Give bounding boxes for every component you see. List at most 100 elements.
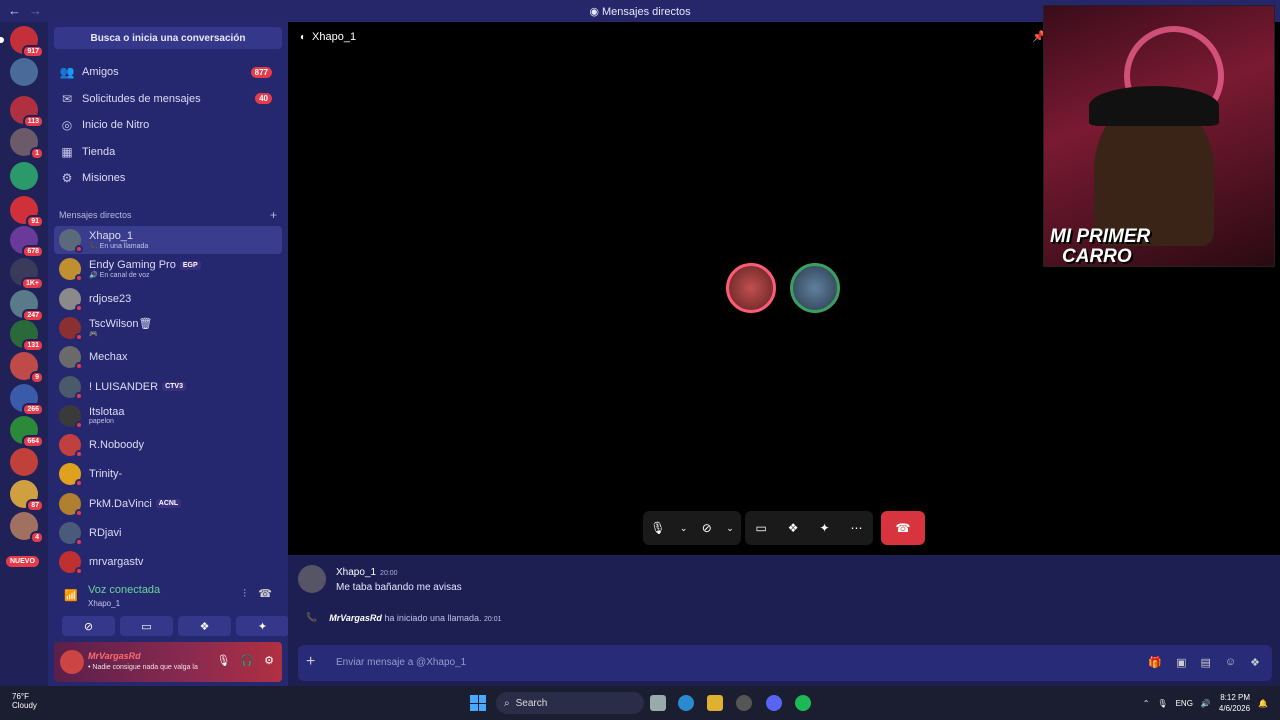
dm-item[interactable]: Trinity- — [54, 460, 282, 488]
mic-icon[interactable]: 🎙 — [216, 654, 230, 667]
dm-item[interactable]: Mechax — [54, 343, 282, 371]
add-dm-icon[interactable]: + — [270, 208, 277, 222]
server-badge: 131 — [22, 339, 44, 352]
sticker-icon[interactable]: ▤ — [1200, 656, 1210, 669]
dm-item[interactable]: ! LUISANDER CTV3 — [54, 373, 282, 401]
soundboard-icon[interactable]: ✦ — [819, 521, 829, 535]
call-participant-self[interactable] — [726, 263, 776, 313]
gear-icon[interactable]: ⚙ — [264, 654, 274, 667]
dm-subtext: 🔊 En canal de voz — [89, 272, 150, 280]
status-dot — [75, 245, 83, 253]
sidebar-item-label: Misiones — [82, 172, 126, 184]
folder-icon[interactable] — [707, 695, 723, 711]
server-icon[interactable]: 247 — [10, 290, 44, 322]
taskbar-search[interactable]: ⌕ Search — [496, 692, 644, 714]
call-participant-other[interactable] — [790, 263, 840, 313]
headphones-icon[interactable]: 🎧 — [240, 654, 254, 667]
start-icon[interactable] — [470, 695, 486, 711]
gif-icon[interactable]: ▣ — [1176, 656, 1186, 669]
volume-icon[interactable]: 🔊 — [1201, 699, 1211, 708]
apps-icon[interactable]: ❖ — [1250, 656, 1260, 669]
dm-item[interactable]: rdjose23 — [54, 285, 282, 313]
server-icon[interactable]: 917 — [0, 26, 44, 58]
server-icon[interactable]: 113 — [10, 96, 44, 128]
user-panel: MrVargasRd • Nadie consigue nada que val… — [54, 642, 282, 682]
share-screen-icon[interactable]: ▭ — [755, 521, 766, 535]
sidebar-item-solicitudes[interactable]: ✉ Solicitudes de mensajes 40 — [54, 87, 282, 111]
server-badge: 9 — [30, 371, 44, 384]
author-name[interactable]: Xhapo_1 — [336, 567, 376, 578]
server-badge: 664 — [22, 435, 44, 448]
search-conversation-button[interactable]: Busca o inicia una conversación — [54, 27, 282, 49]
dm-item[interactable]: mrvargastv — [54, 548, 282, 576]
chevron-down-icon[interactable]: ⌄ — [680, 523, 688, 534]
server-icon[interactable]: 678 — [10, 226, 44, 258]
camera-off-button[interactable]: ⊘ — [62, 616, 115, 636]
server-icon[interactable]: 266 — [10, 384, 44, 416]
chevron-down-icon[interactable]: ⌄ — [726, 523, 734, 534]
sidebar-item-misiones[interactable]: ⚙ Misiones — [54, 166, 282, 190]
mic-icon[interactable]: 🎙 — [1157, 699, 1167, 708]
new-badge[interactable]: NUEVO — [6, 556, 39, 567]
server-icon[interactable]: 91 — [10, 196, 44, 228]
soundboard-button[interactable]: ✦ — [236, 616, 289, 636]
avatar[interactable] — [298, 565, 326, 593]
obs-icon[interactable] — [736, 695, 752, 711]
server-icon[interactable]: 1K+ — [10, 258, 44, 290]
server-icon[interactable]: 664 — [10, 416, 44, 448]
dm-item[interactable]: R.Noboody — [54, 431, 282, 459]
file-manager-icon[interactable] — [650, 695, 666, 711]
emoji-icon[interactable]: ☺ — [1225, 656, 1236, 669]
more-icon[interactable]: ⋯ — [851, 521, 863, 535]
hang-up-button[interactable]: ☎ — [881, 511, 925, 545]
mic-icon[interactable]: 🎙 — [650, 521, 665, 535]
server-icon[interactable]: 9 — [10, 352, 44, 384]
sidebar-item-amigos[interactable]: 👥 Amigos 877 — [54, 60, 282, 84]
activities-button[interactable]: ❖ — [178, 616, 231, 636]
share-screen-button[interactable]: ▭ — [120, 616, 173, 636]
gift-icon[interactable]: 🎁 — [1148, 656, 1162, 669]
dm-item[interactable]: Endy Gaming Pro EGP 🔊 En canal de voz — [54, 255, 282, 283]
language-indicator[interactable]: ENG — [1176, 699, 1193, 708]
noise-icon[interactable]: ⫶ — [243, 588, 246, 601]
server-badge: 87 — [26, 499, 44, 512]
dm-name-text: PkM.DaVinci — [89, 497, 152, 510]
avatar[interactable] — [60, 650, 84, 674]
dm-item[interactable]: Itslotaa papelon — [54, 402, 282, 430]
dm-item[interactable]: RDjavi — [54, 519, 282, 547]
chevron-up-icon[interactable]: ⌃ — [1143, 699, 1150, 708]
system-user[interactable]: MrVargasRd — [329, 613, 382, 623]
avatar — [59, 258, 83, 283]
server-icon[interactable] — [10, 58, 38, 86]
spotify-icon[interactable] — [795, 695, 811, 711]
activities-icon[interactable]: ❖ — [788, 521, 799, 535]
camera-off-icon[interactable]: ⊘ — [702, 521, 712, 535]
discord-icon[interactable] — [766, 695, 782, 711]
server-icon[interactable]: 87 — [10, 480, 44, 512]
message-input[interactable]: Enviar mensaje a @Xhapo_1 — [336, 657, 466, 668]
sidebar-item-tienda[interactable]: ▦ Tienda — [54, 140, 282, 164]
dm-item[interactable]: PkM.DaVinci ACNL — [54, 490, 282, 518]
voice-status[interactable]: Voz conectada — [88, 584, 160, 596]
sidebar-item-inicio[interactable]: ◎ Inicio de Nitro — [54, 113, 282, 137]
server-icon[interactable]: 1 — [10, 128, 44, 160]
signal-icon[interactable]: 📶 — [64, 589, 78, 602]
avatar — [59, 316, 83, 341]
server-icon[interactable]: 4 — [10, 512, 44, 544]
selected-pip — [0, 37, 4, 43]
weather-widget[interactable]: 76°F Cloudy — [12, 692, 37, 710]
notification-icon[interactable]: 🔔 — [1258, 699, 1268, 708]
edge-icon[interactable] — [678, 695, 694, 711]
action-controls: ▭ ❖ ✦ ⋯ — [745, 511, 873, 545]
server-icon[interactable]: 131 — [10, 320, 44, 352]
dm-item[interactable]: Xhapo_1 📞 En una llamada — [54, 226, 282, 254]
clock[interactable]: 8:12 PM 4/6/2026 — [1219, 692, 1250, 714]
dm-subtext: papelon — [89, 418, 114, 426]
disconnect-icon[interactable]: ☎ — [258, 587, 272, 600]
dm-item[interactable]: TscWilson🗑 🎮 — [54, 314, 282, 342]
overlay-caption-2: CARRO — [1062, 246, 1132, 267]
add-attachment-icon[interactable]: + — [306, 653, 315, 671]
dm-name-text: Trinity- — [89, 468, 123, 481]
server-icon[interactable] — [10, 162, 38, 190]
server-icon[interactable] — [10, 448, 38, 476]
